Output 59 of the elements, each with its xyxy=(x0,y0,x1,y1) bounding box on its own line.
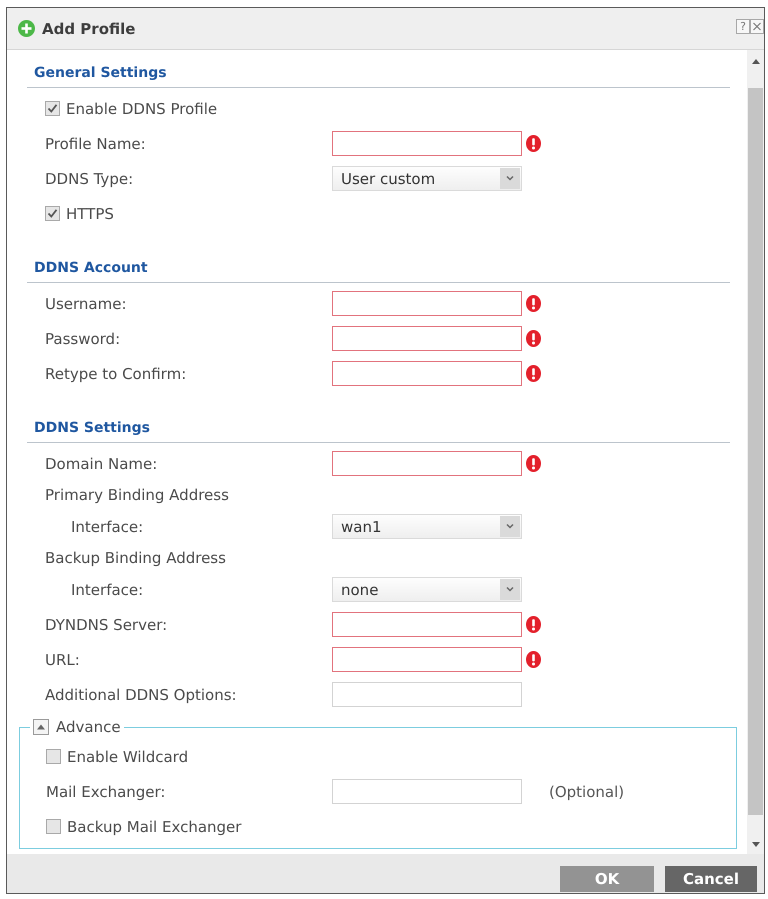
text-field[interactable] xyxy=(332,779,522,804)
error-icon xyxy=(526,135,541,152)
field-label: Profile Name: xyxy=(45,134,146,152)
error-icon xyxy=(526,455,541,472)
text-field[interactable] xyxy=(332,361,522,386)
section-title: DDNS Account xyxy=(34,260,148,276)
checkbox-label: Enable DDNS Profile xyxy=(66,100,218,118)
dropdown[interactable]: none xyxy=(332,577,522,602)
text-field[interactable] xyxy=(332,291,522,316)
field-label: Username: xyxy=(45,294,127,312)
section-title: DDNS Settings xyxy=(34,420,150,436)
group-label: Primary Binding Address xyxy=(45,486,229,504)
checkbox-label: Enable Wildcard xyxy=(67,748,188,766)
field-label: Retype to Confirm: xyxy=(45,364,186,382)
caret-icon xyxy=(500,516,520,537)
plus-icon xyxy=(18,20,35,37)
section-title: General Settings xyxy=(34,65,167,81)
error-icon xyxy=(526,295,541,312)
caret-icon xyxy=(500,579,520,600)
field-label: Additional DDNS Options: xyxy=(45,686,237,704)
text-field[interactable] xyxy=(332,451,522,476)
caret-up-icon[interactable] xyxy=(33,719,49,735)
field-note: (Optional) xyxy=(549,782,624,800)
checkbox[interactable] xyxy=(46,819,61,834)
field-label: Mail Exchanger: xyxy=(46,782,166,800)
field-label: Password: xyxy=(45,330,120,348)
group-label: Backup Binding Address xyxy=(45,549,226,567)
field-label: Interface: xyxy=(71,580,144,598)
field-label: Domain Name: xyxy=(45,454,158,472)
field-label: DYNDNS Server: xyxy=(45,616,168,634)
scroll-up-icon[interactable] xyxy=(752,59,760,64)
scroll-down-icon[interactable] xyxy=(752,842,760,847)
cancel-button[interactable]: Cancel xyxy=(665,866,757,892)
checkbox[interactable] xyxy=(46,749,61,764)
text-field[interactable] xyxy=(332,682,522,707)
dropdown[interactable]: wan1 xyxy=(332,514,522,539)
text-field[interactable] xyxy=(332,131,522,156)
checkbox[interactable] xyxy=(45,206,60,221)
error-icon xyxy=(526,651,541,668)
checkbox[interactable] xyxy=(45,101,60,116)
text-field[interactable] xyxy=(332,326,522,351)
checkbox-label: HTTPS xyxy=(66,204,114,222)
field-label: DDNS Type: xyxy=(45,170,134,188)
error-icon xyxy=(526,330,541,347)
group-title: Advance xyxy=(56,718,121,736)
checkbox-label: Backup Mail Exchanger xyxy=(67,818,242,836)
text-field[interactable] xyxy=(332,647,522,672)
close-icon[interactable] xyxy=(750,19,764,34)
error-icon xyxy=(526,365,541,382)
text-field[interactable] xyxy=(332,612,522,637)
help-button[interactable]: ? xyxy=(736,19,750,34)
scrollbar[interactable] xyxy=(747,50,764,854)
field-label: URL: xyxy=(45,650,80,668)
error-icon xyxy=(526,616,541,633)
field-label: Interface: xyxy=(71,518,144,536)
scroll-thumb[interactable] xyxy=(748,88,763,815)
dialog-title: Add Profile xyxy=(42,20,136,38)
caret-icon xyxy=(500,168,520,189)
dropdown[interactable]: User custom xyxy=(332,166,522,191)
